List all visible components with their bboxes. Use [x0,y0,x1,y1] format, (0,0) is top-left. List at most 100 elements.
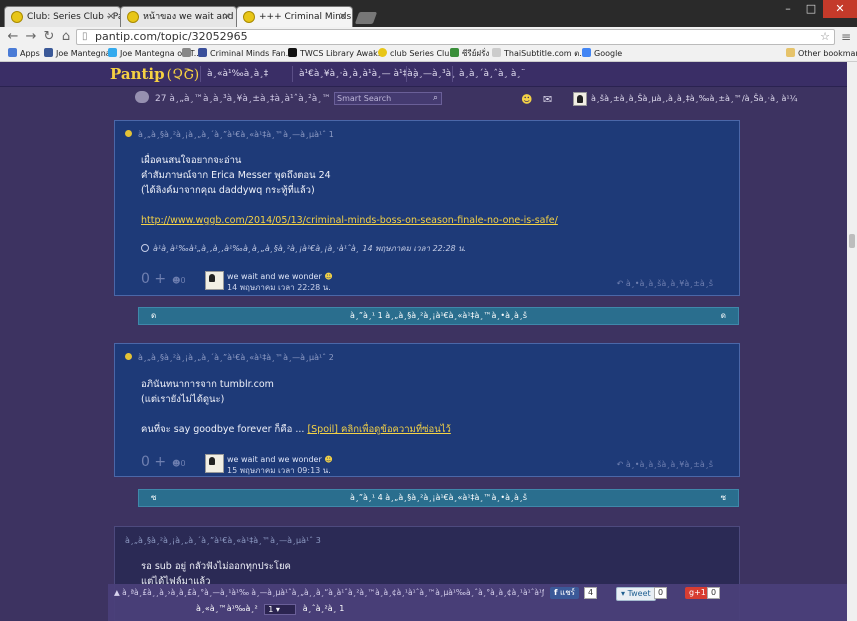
user-icon [125,353,132,360]
window-close-button[interactable]: ✕ [823,0,857,18]
pagination: à¸«à¸™à¹‰à¸² 1 ▾ à¸ˆà¸²à¸ 1 [196,604,345,615]
divider [406,66,407,82]
bookmark-item[interactable]: TWCS Library Awak... [288,48,385,60]
new-tab-button[interactable] [354,12,378,24]
bookmark-item[interactable]: club Series Club [378,48,454,60]
site-icon [492,48,501,57]
bar-left-mark: ด [151,311,157,320]
mail-icon[interactable]: ✉ [543,93,552,106]
browser-toolbar: ← → ↻ ⌂ ▯ pantip.com/topic/32052965 ☆ ≡ [0,27,857,47]
view-replies-bar[interactable]: ด à¸”à¸¹ 1 à¸„à¸§à¸²à¸¡à¹€à¸«à¹‡à¸™à¸•à¸… [138,307,739,325]
reply-icon: ↶ [616,460,626,469]
facebook-share-count: 4 [584,587,598,599]
site-icon [198,48,207,57]
pantip-logo[interactable]: Pantip (ՉՇ) [110,65,199,83]
emotion-count[interactable]: ☻0 [172,276,185,285]
page-select[interactable]: 1 ▾ [264,604,297,615]
address-bar[interactable]: ▯ pantip.com/topic/32052965 ☆ [76,29,835,45]
clock-icon [141,244,149,252]
browser-tab[interactable]: หน้าของ we wait and we w × [120,6,237,27]
view-replies-label: à¸”à¸¹ 4 à¸„à¸§à¸²à¸¡à¹€à¸«à¹‡à¸™à¸•à¸­à… [349,493,528,502]
reply-link[interactable]: ↶ à¸•à¸­à¸šà¸à¸¥à¸±à¸š [617,460,713,469]
comment-card: à¸„à¸§à¸²à¸¡à¸„à¸´à¸”à¹€à¸«à¹‡à¸™à¸—à¸µà… [114,343,740,477]
author-info: we wait and we wonder ☻ 15 พฤษภาคม เวลา … [227,454,333,476]
reply-icon: ↶ [616,279,626,288]
site-header: Pantip (ՉՇ) à¸«à¹‰à¸­à¸‡ à¹€à¸¥à¸·à¸­à¸à¹… [0,62,857,87]
comment-number: à¸„à¸§à¸²à¸¡à¸„à¸´à¸”à¹€à¸«à¹‡à¸™à¸—à¸µà… [125,130,334,139]
bookmark-icon [182,48,191,57]
google-plus-count: 0 [707,587,721,599]
nav-item[interactable]: à¸«à¹‰à¸­à¸‡ [207,69,268,79]
user-menu[interactable]: à¸šà¸±à¸à¸Šà¸µà¸‚à¸­à¸‡à¸‰à¸±à¸™/à¸Šà¸·à… [573,91,797,107]
reply-link[interactable]: ↶ à¸•à¸­à¸šà¸à¸¥à¸±à¸š [617,279,713,288]
tweet-count: 0 [654,587,668,599]
bookmark-apps[interactable]: Apps [8,48,40,60]
topic-subheader: 27 à¸„à¸™à¸à¸³à¸¥à¸±à¸‡à¸­à¹ˆà¸²à¸™ Smar… [0,88,857,110]
browser-tab-active[interactable]: +++ Criminal Minds #57 × [236,6,353,27]
vote-control[interactable]: 0 + ☻0 [141,271,186,287]
search-icon[interactable]: ⌕ [433,92,438,104]
topic-summary: ▲ à¸ªà¸£à¸¸à¸›à¸à¸£à¸°à¸—à¸¹à¹‰ à¸—à¸µà¹… [114,588,544,597]
bar-left-mark: ซ [151,493,157,502]
bookmarks-bar: Apps Joe Mantegna Joe Mantegna on T... C… [0,47,857,62]
bookmark-item[interactable]: Google [582,48,622,60]
up-icon[interactable]: ▲ [114,588,122,597]
scrollbar-thumb[interactable] [849,234,855,248]
close-icon[interactable]: × [339,7,347,27]
back-icon[interactable]: ← [6,30,20,44]
nav-item[interactable]: à¸—à¸³à¸ [413,69,456,79]
facebook-icon [44,48,53,57]
emoticon-icon: ☻ [324,272,333,281]
emotion-count[interactable]: ☻0 [172,459,185,468]
leaf-icon [450,48,459,57]
twitter-icon [108,48,117,57]
edited-note: à¹à¸à¹‰à¹„à¸‚à¸‚à¹‰à¸­à¸„à¸§à¸²à¸¡à¹€à¸¡… [141,242,466,255]
view-replies-label: à¸”à¸¹ 1 à¸„à¸§à¸²à¸¡à¹€à¸«à¹‡à¸™à¸•à¸­à… [349,311,528,320]
comment-body: เผื่อคนสนใจอยากจะอ่าน คำสัมภาษณ์จาก Eric… [141,155,331,196]
close-icon[interactable]: × [107,7,115,27]
star-icon[interactable]: ☆ [820,30,830,44]
bookmark-item[interactable]: Joe Mantegna [44,48,111,60]
spoiler-link[interactable]: [Spoil] คลิกเพื่อดูข้อความที่ซ่อนไว้ [307,424,450,435]
divider [200,66,201,82]
forward-icon[interactable]: → [24,30,38,44]
maximize-button[interactable]: □ [800,0,822,18]
avatar [573,92,587,106]
browser-tab-bar: Club: Series Club - Pantip × หน้าของ we … [0,0,857,27]
avatar[interactable] [205,454,224,473]
plus-icon[interactable]: + [154,271,166,287]
menu-icon[interactable]: ≡ [841,30,853,44]
browser-tab[interactable]: Club: Series Club - Pantip × [4,6,121,27]
avatar[interactable] [205,271,224,290]
author-name[interactable]: we wait and we wonder [227,455,322,464]
nav-item[interactable]: à¹€à¸¥à¸·à¸­à¸à¹à¸— à¹‡à¸ [299,69,417,79]
facebook-share-button[interactable]: f แชร์ [550,587,579,599]
post-time: 14 พฤษภาคม เวลา 22:28 น. [227,283,331,292]
plus-icon[interactable]: + [154,454,166,470]
bookmark-item[interactable] [182,48,194,60]
site-icon [288,48,297,57]
reload-icon[interactable]: ↻ [42,30,56,44]
viewers-count: 27 à¸„à¸™à¸à¸³à¸¥à¸±à¸‡à¸­à¹ˆà¸²à¸™ [135,91,331,104]
page-scrollbar[interactable] [847,62,857,621]
home-icon[interactable]: ⌂ [59,30,73,44]
tweet-button[interactable]: ▾ Tweet [616,587,656,601]
bookmark-item[interactable]: Criminal Minds Fan... [198,48,293,60]
emoticon-icon[interactable]: ☻ [521,93,532,106]
pantip-mark-icon: (ՉՇ) [166,67,200,83]
minimize-button[interactable]: – [777,0,799,18]
vote-control[interactable]: 0 + ☻0 [141,454,186,470]
comment-number: à¸„à¸§à¸²à¸¡à¸„à¸´à¸”à¹€à¸«à¹‡à¸™à¸—à¸µà… [125,353,334,362]
bookmark-item[interactable]: ThaiSubtitle.com ต... [492,48,587,60]
author-name[interactable]: we wait and we wonder [227,272,322,281]
article-link[interactable]: http://www.wggb.com/2014/05/13/criminal-… [141,215,558,226]
nav-item[interactable]: à¸à¸´à¸ˆà¸ à¸¨ [459,69,525,79]
divider [292,66,293,82]
other-bookmarks[interactable]: Other bookmarks [786,48,857,60]
comment-body: อภินันทนาการจาก tumblr.com (แต่เรายังไม่… [141,379,274,405]
bar-right-mark: ด [720,311,726,320]
search-input[interactable]: Smart Search ⌕ [334,92,442,105]
close-icon[interactable]: × [223,7,231,27]
bookmark-item[interactable]: ซีรีย์ฝรั่ง [450,48,489,60]
view-replies-bar[interactable]: ซ à¸”à¸¹ 4 à¸„à¸§à¸²à¸¡à¹€à¸«à¹‡à¸™à¸•à¸… [138,489,739,507]
